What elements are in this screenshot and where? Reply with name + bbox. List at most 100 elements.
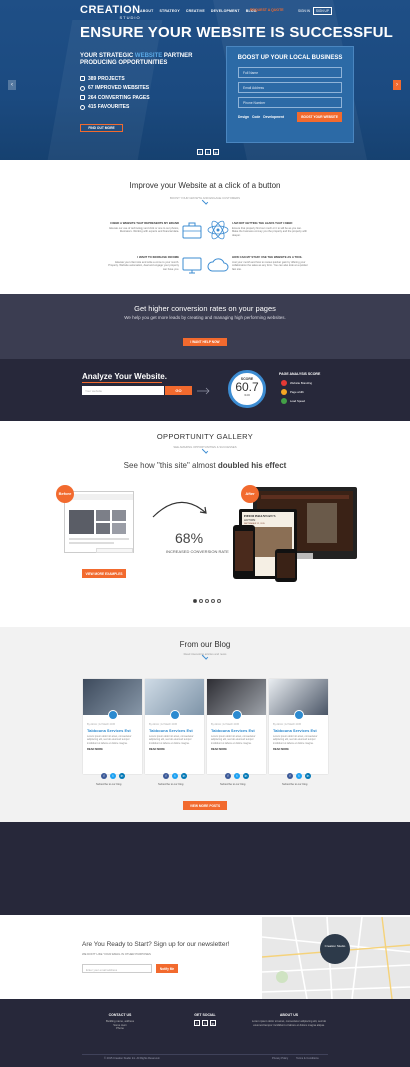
avatar	[232, 710, 242, 720]
twitter-icon[interactable]: t	[234, 773, 240, 779]
conversion-section: Get higher conversion rates on your page…	[0, 294, 410, 359]
instagram-icon[interactable]: in	[213, 149, 219, 155]
footer-contact: CONTACT US Building name, address Some t…	[105, 1013, 135, 1031]
atom-icon	[207, 220, 229, 240]
signup-button[interactable]: SIGN UP	[312, 7, 332, 15]
before-badge: Before	[56, 485, 74, 503]
page-dot[interactable]	[211, 599, 215, 603]
share-icons: f t in	[225, 773, 249, 779]
newsletter-subtitle: WE DON'T LIKE YOUR EMAIL IN OTHER PURPOS…	[82, 952, 151, 956]
facebook-icon[interactable]: f	[194, 1020, 200, 1026]
conversion-title: Get higher conversion rates on your page…	[134, 304, 276, 313]
subscribe-link[interactable]: Subscribe to our blog	[158, 783, 183, 786]
arrow-right-icon	[197, 387, 210, 395]
development-option[interactable]: Development	[263, 115, 284, 119]
blog-section: From our Blog Read interesting articles …	[0, 627, 410, 822]
analysis-item: Load Speed	[281, 398, 305, 404]
page-analysis-title: PAGE ANALYSIS SCORE	[279, 372, 321, 376]
linkedin-icon[interactable]: in	[243, 773, 249, 779]
blog-card[interactable]: By Admin | 12 March 2015 Tabbouna Servic…	[145, 679, 204, 774]
find-out-more-button[interactable]: FIND OUT MORE	[80, 124, 123, 132]
signin-link[interactable]: SIGN IN	[298, 9, 310, 13]
help-now-button[interactable]: I WANT HELP NOW	[183, 338, 227, 346]
gallery-pagination	[193, 599, 221, 603]
page-dot[interactable]	[205, 599, 209, 603]
terms-link[interactable]: Terms & Conditions	[296, 1057, 319, 1060]
blog-card[interactable]: By Admin | 12 March 2015 Tabbouna Servic…	[83, 679, 142, 774]
page-dot[interactable]	[217, 599, 221, 603]
hero-section: CREATION STUDIO ABOUT STRATEGY CREATIVE D…	[0, 0, 410, 160]
page-dot[interactable]	[199, 599, 203, 603]
score-gauge: SCORE 60.7 /100	[228, 370, 266, 408]
read-more-link[interactable]: READ MORE	[83, 747, 142, 752]
footer: CONTACT US Building name, address Some t…	[0, 999, 410, 1067]
newsletter-email-input[interactable]: Enter your email address	[82, 964, 152, 973]
twitter-icon[interactable]: t	[202, 1020, 208, 1026]
page-dot[interactable]	[193, 599, 197, 603]
twitter-icon[interactable]: t	[205, 149, 211, 155]
avatar	[170, 710, 180, 720]
instagram-icon[interactable]: in	[210, 1020, 216, 1026]
linkedin-icon[interactable]: in	[305, 773, 311, 779]
privacy-policy-link[interactable]: Privacy Policy	[272, 1057, 288, 1060]
slider-prev-arrow[interactable]: ‹	[8, 80, 16, 90]
conversion-text: We help you get more leads by creating a…	[124, 315, 286, 320]
facebook-icon[interactable]: f	[225, 773, 231, 779]
conversion-percent-label: INCREASED CONVERSION RATE	[166, 549, 229, 554]
read-more-link[interactable]: READ MORE	[269, 747, 328, 752]
notify-me-button[interactable]: Notify Me	[156, 964, 178, 973]
view-more-examples-button[interactable]: VIEW MORE EXAMPLES	[82, 569, 126, 578]
analyze-title: Analyze Your Website.	[82, 372, 167, 381]
code-option[interactable]: Code	[252, 115, 260, 119]
gallery-title: OPPORTUNITY GALLERY	[156, 432, 254, 441]
after-badge: After	[241, 485, 259, 503]
email-field[interactable]: Email Address	[238, 82, 342, 93]
before-scrollbar	[96, 548, 133, 553]
twitter-icon[interactable]: t	[172, 773, 178, 779]
hero-title: ENSURE YOUR WEBSITE IS SUCCESSFUL	[80, 24, 394, 41]
blog-card[interactable]: By Admin | 12 March 2015 Tabbouna Servic…	[207, 679, 266, 774]
linkedin-icon[interactable]: in	[181, 773, 187, 779]
go-button[interactable]: GO	[165, 386, 192, 395]
nav-item-development[interactable]: DEVELOPMENT	[211, 9, 240, 13]
status-dot-green	[281, 398, 287, 404]
website-url-input[interactable]: Your website	[82, 386, 164, 395]
share-icons: f t in	[163, 773, 187, 779]
boost-website-button[interactable]: BOOST YOUR WEBSITE	[297, 112, 342, 122]
nav-item-strategy[interactable]: STRATEGY	[159, 9, 179, 13]
boost-form-title: BOOST UP YOUR LOCAL BUSINESS	[237, 55, 343, 61]
hero-stats: 389 PROJECTS 67 IMPROVED WEBSITES 264 CO…	[80, 74, 150, 112]
subscribe-link[interactable]: Subscribe to our blog	[282, 783, 307, 786]
monitor-icon	[182, 257, 202, 274]
facebook-icon[interactable]: f	[287, 773, 293, 779]
twitter-icon[interactable]: t	[296, 773, 302, 779]
subscribe-link[interactable]: Subscribe to our blog	[96, 783, 121, 786]
analysis-item: Page width	[281, 389, 304, 395]
read-more-link[interactable]: READ MORE	[145, 747, 204, 752]
read-more-link[interactable]: READ MORE	[207, 747, 266, 752]
phone-field[interactable]: Phone Number	[238, 97, 342, 108]
subscribe-link[interactable]: Subscribe to our blog	[220, 783, 245, 786]
facebook-icon[interactable]: f	[101, 773, 107, 779]
slider-next-arrow[interactable]: ›	[393, 80, 401, 90]
dark-band	[0, 822, 410, 915]
nav-item-creative[interactable]: CREATIVE	[186, 9, 205, 13]
map-marker[interactable]: Creation Studio	[320, 934, 350, 964]
stat-websites: 67 IMPROVED WEBSITES	[80, 84, 150, 94]
after-phone-mockup	[275, 549, 297, 582]
twitter-icon[interactable]: t	[110, 773, 116, 779]
request-quote-link[interactable]: REQUEST A QUOTE	[250, 8, 284, 12]
page-icon	[80, 95, 85, 101]
full-name-field[interactable]: Full Name	[238, 67, 342, 78]
nav-item-about[interactable]: ABOUT	[140, 9, 153, 13]
design-option[interactable]: Design	[238, 115, 249, 119]
logo[interactable]: CREATION STUDIO	[80, 4, 141, 20]
footer-about: ABOUT US Lorem ipsum dolor sit amet, con…	[251, 1013, 327, 1027]
linkedin-icon[interactable]: in	[119, 773, 125, 779]
feature-leads: I AM NOT GETTING THE LEADS THAT I NEED En…	[232, 221, 307, 237]
facebook-icon[interactable]: f	[163, 773, 169, 779]
facebook-icon[interactable]: f	[197, 149, 203, 155]
view-more-posts-button[interactable]: VIEW MORE POSTS	[183, 801, 227, 810]
blog-title: From our Blog	[179, 640, 231, 649]
blog-card[interactable]: By Admin | 12 March 2015 Tabbouna Servic…	[269, 679, 328, 774]
